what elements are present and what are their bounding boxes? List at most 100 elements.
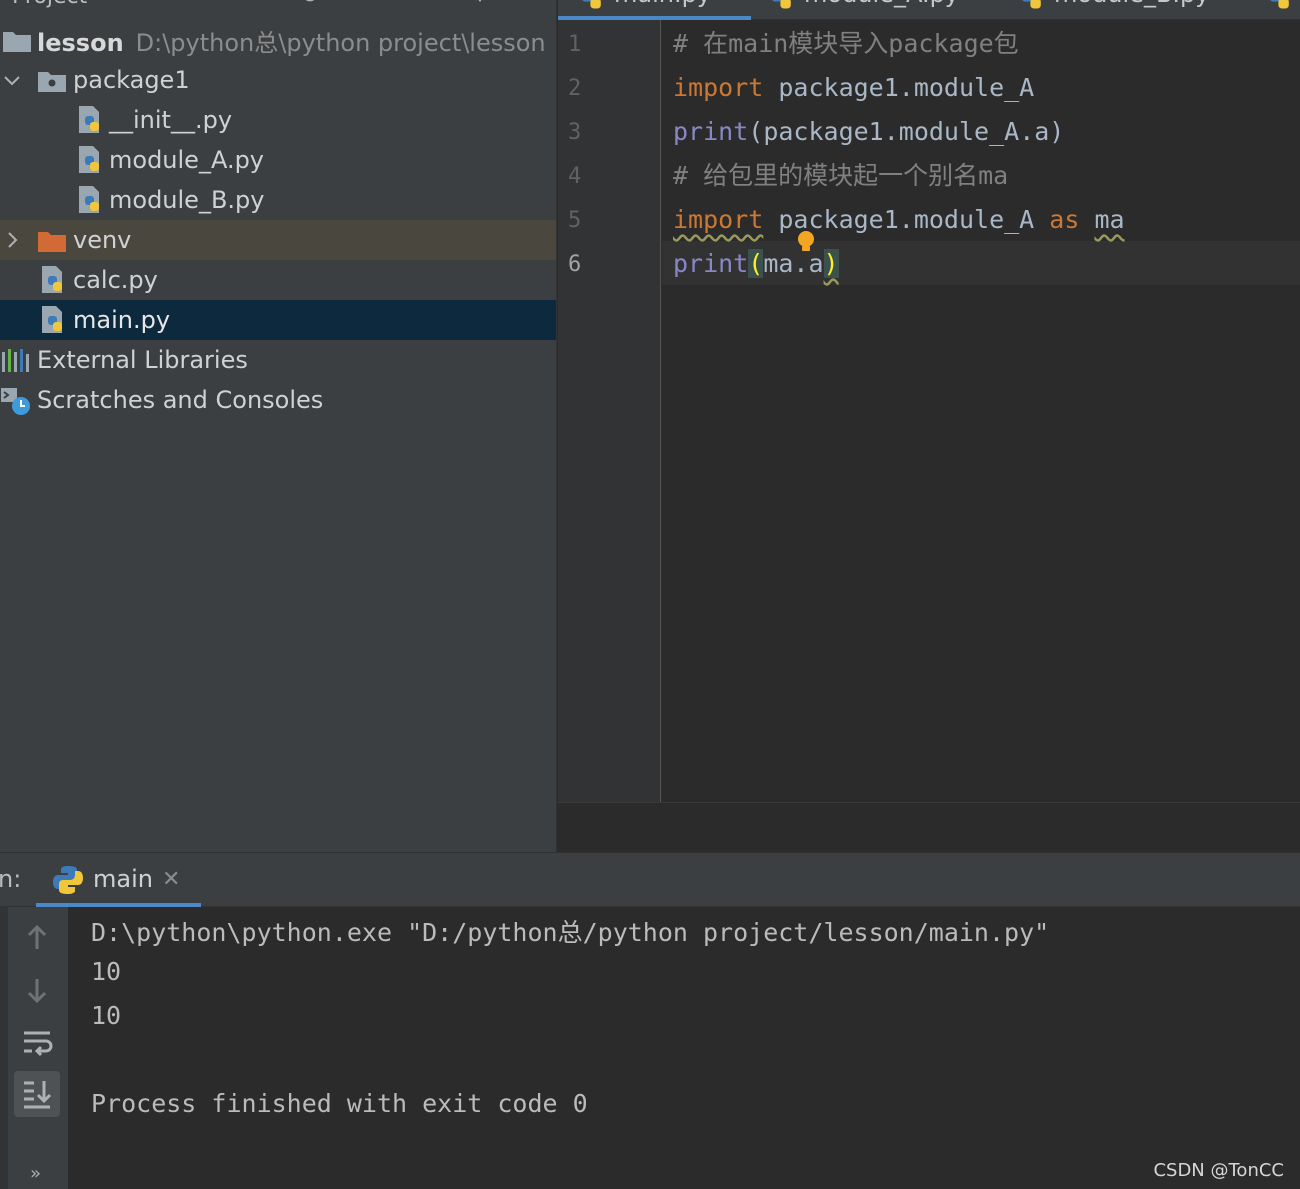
code-text: (package1.module_A.a) [748,117,1065,146]
python-icon [53,866,83,894]
keyword: import [673,73,764,102]
excluded-folder-icon [38,232,66,252]
code-text: ma.a [763,249,824,278]
project-header: Project ▾ ⊕ — ⌃ ⚙ [0,0,556,14]
scroll-to-end-icon[interactable] [14,1071,60,1117]
tree-item-label: main.py [73,306,171,334]
keyword: as [1049,205,1080,234]
brace-match: ) [823,249,839,278]
run-label: n: [0,865,22,893]
tree-item-main-py[interactable]: main.py [0,300,556,340]
tree-item-scratches[interactable]: Scratches and Consoles [0,380,556,420]
project-tool-window: Project ▾ ⊕ — ⌃ ⚙ lessonD:\python总\pytho… [0,0,557,852]
code-text: package1.module_A [763,73,1035,102]
python-file-icon [79,106,99,133]
package-folder-icon [38,72,66,92]
folder-icon [3,32,31,52]
python-file-icon [582,0,601,9]
tree-item-external-libraries[interactable]: External Libraries [0,340,556,380]
run-header: n: main ✕ [0,853,1300,907]
tree-item-label: Scratches and Consoles [37,386,324,414]
tree-item-lesson[interactable]: lesson D:\python总\python project\lesson [0,20,556,60]
tree-item-module-a-py[interactable]: module_A.py [0,140,556,180]
run-tab-label: main [93,865,153,893]
locate-file-icon[interactable]: ⊕ [296,0,324,10]
builtin: print [673,249,749,278]
tree-item-label: __init__.py [109,106,233,134]
tree-item-module-b-py[interactable]: module_B.py [0,180,556,220]
tab-main-py[interactable]: main.py [558,0,751,20]
tree-item-package1[interactable]: package1 [0,60,556,100]
console-line: Process finished with exit code 0 [91,1089,588,1118]
tab-label: main.py [614,0,711,8]
expand-icon[interactable]: ⌃ [400,0,428,10]
tree-item-calc-py[interactable]: calc.py [0,260,556,300]
editor-breadcrumb-bar [558,802,1300,852]
project-title[interactable]: Project [12,0,87,9]
code-line-2: import package1.module_A [673,66,1034,110]
tab-module-b-py[interactable]: module_B.py [1020,0,1250,20]
more-icon[interactable]: » [30,1163,41,1184]
project-view-dropdown-icon[interactable]: ▾ [120,0,127,2]
console-line: 10 [91,1001,122,1030]
comment: # 在main模块导入package包 [673,29,1019,58]
line-number: 5 [568,208,582,233]
run-toolbar: » [0,907,68,1189]
run-tool-window: n: main ✕ » D:\python\python.exe "D:/pyt… [0,852,1300,1189]
code-line-1: # 在main模块导入package包 [673,22,1019,66]
arrow-up-icon[interactable] [14,915,60,961]
line-number: 4 [568,164,582,189]
close-icon[interactable]: ✕ [162,867,180,892]
line-number: 6 [568,252,582,277]
arrow-down-icon[interactable] [14,967,60,1013]
chevron-down-icon[interactable] [2,70,22,90]
gear-icon[interactable]: ⚙ [466,0,494,10]
run-tab-main[interactable]: main ✕ [36,853,201,907]
console-line: D:\python\python.exe "D:/python总/python … [91,918,1050,947]
python-file-icon [79,146,99,173]
line-number: 1 [568,32,582,57]
tree-item-label: External Libraries [37,346,248,374]
scratches-icon [1,388,30,415]
tree-item-label: module_B.py [109,186,265,214]
tree-item-label: package1 [73,66,190,94]
run-toolbar-strip [0,907,8,1189]
editor: main.py module_A.py module_B.py 1 2 3 [558,0,1300,852]
alias: ma [1094,205,1125,234]
tab-module-a-py[interactable]: module_A.py [770,0,1000,20]
collapse-all-icon[interactable]: — [348,0,376,10]
python-file-icon [1022,0,1041,9]
chevron-right-icon[interactable] [2,230,22,250]
console-line: 10 [91,957,122,986]
editor-tabs: main.py module_A.py module_B.py [558,0,1300,20]
library-icon [2,349,29,372]
tree-item-label: venv [73,226,132,254]
python-file-icon [42,306,62,333]
comment: # 给包里的模块起一个别名ma [673,161,1009,190]
tree-item-label: lesson D:\python总\python project\lesson [37,28,546,57]
console-output[interactable]: D:\python\python.exe "D:/python总/python … [68,907,1300,1189]
python-file-icon [1270,0,1289,9]
lightbulb-icon[interactable] [796,230,816,252]
python-file-icon [79,186,99,213]
brace-match: ( [748,249,764,278]
tree-item-label: calc.py [73,266,158,294]
tree-item-venv[interactable]: venv [0,220,556,260]
keyword: import [673,205,764,234]
line-number: 3 [568,120,582,145]
soft-wrap-icon[interactable] [14,1019,60,1065]
builtin: print [673,117,749,146]
tab-overflow[interactable] [1268,0,1300,20]
tree-item-label: module_A.py [109,146,265,174]
tab-label: module_A.py [804,0,959,8]
line-number: 2 [568,76,582,101]
tree-item-init-py[interactable]: __init__.py [0,100,556,140]
code-area[interactable]: # 在main模块导入package包 import package1.modu… [662,20,1300,802]
line-number-gutter[interactable]: 1 2 3 4 5 6 [558,20,661,802]
code-line-4: # 给包里的模块起一个别名ma [673,154,1008,198]
code-line-3: print(package1.module_A.a) [673,110,1064,154]
code-line-5: import package1.module_A as ma [673,198,1125,242]
python-file-icon [42,266,62,293]
python-file-icon [772,0,791,9]
